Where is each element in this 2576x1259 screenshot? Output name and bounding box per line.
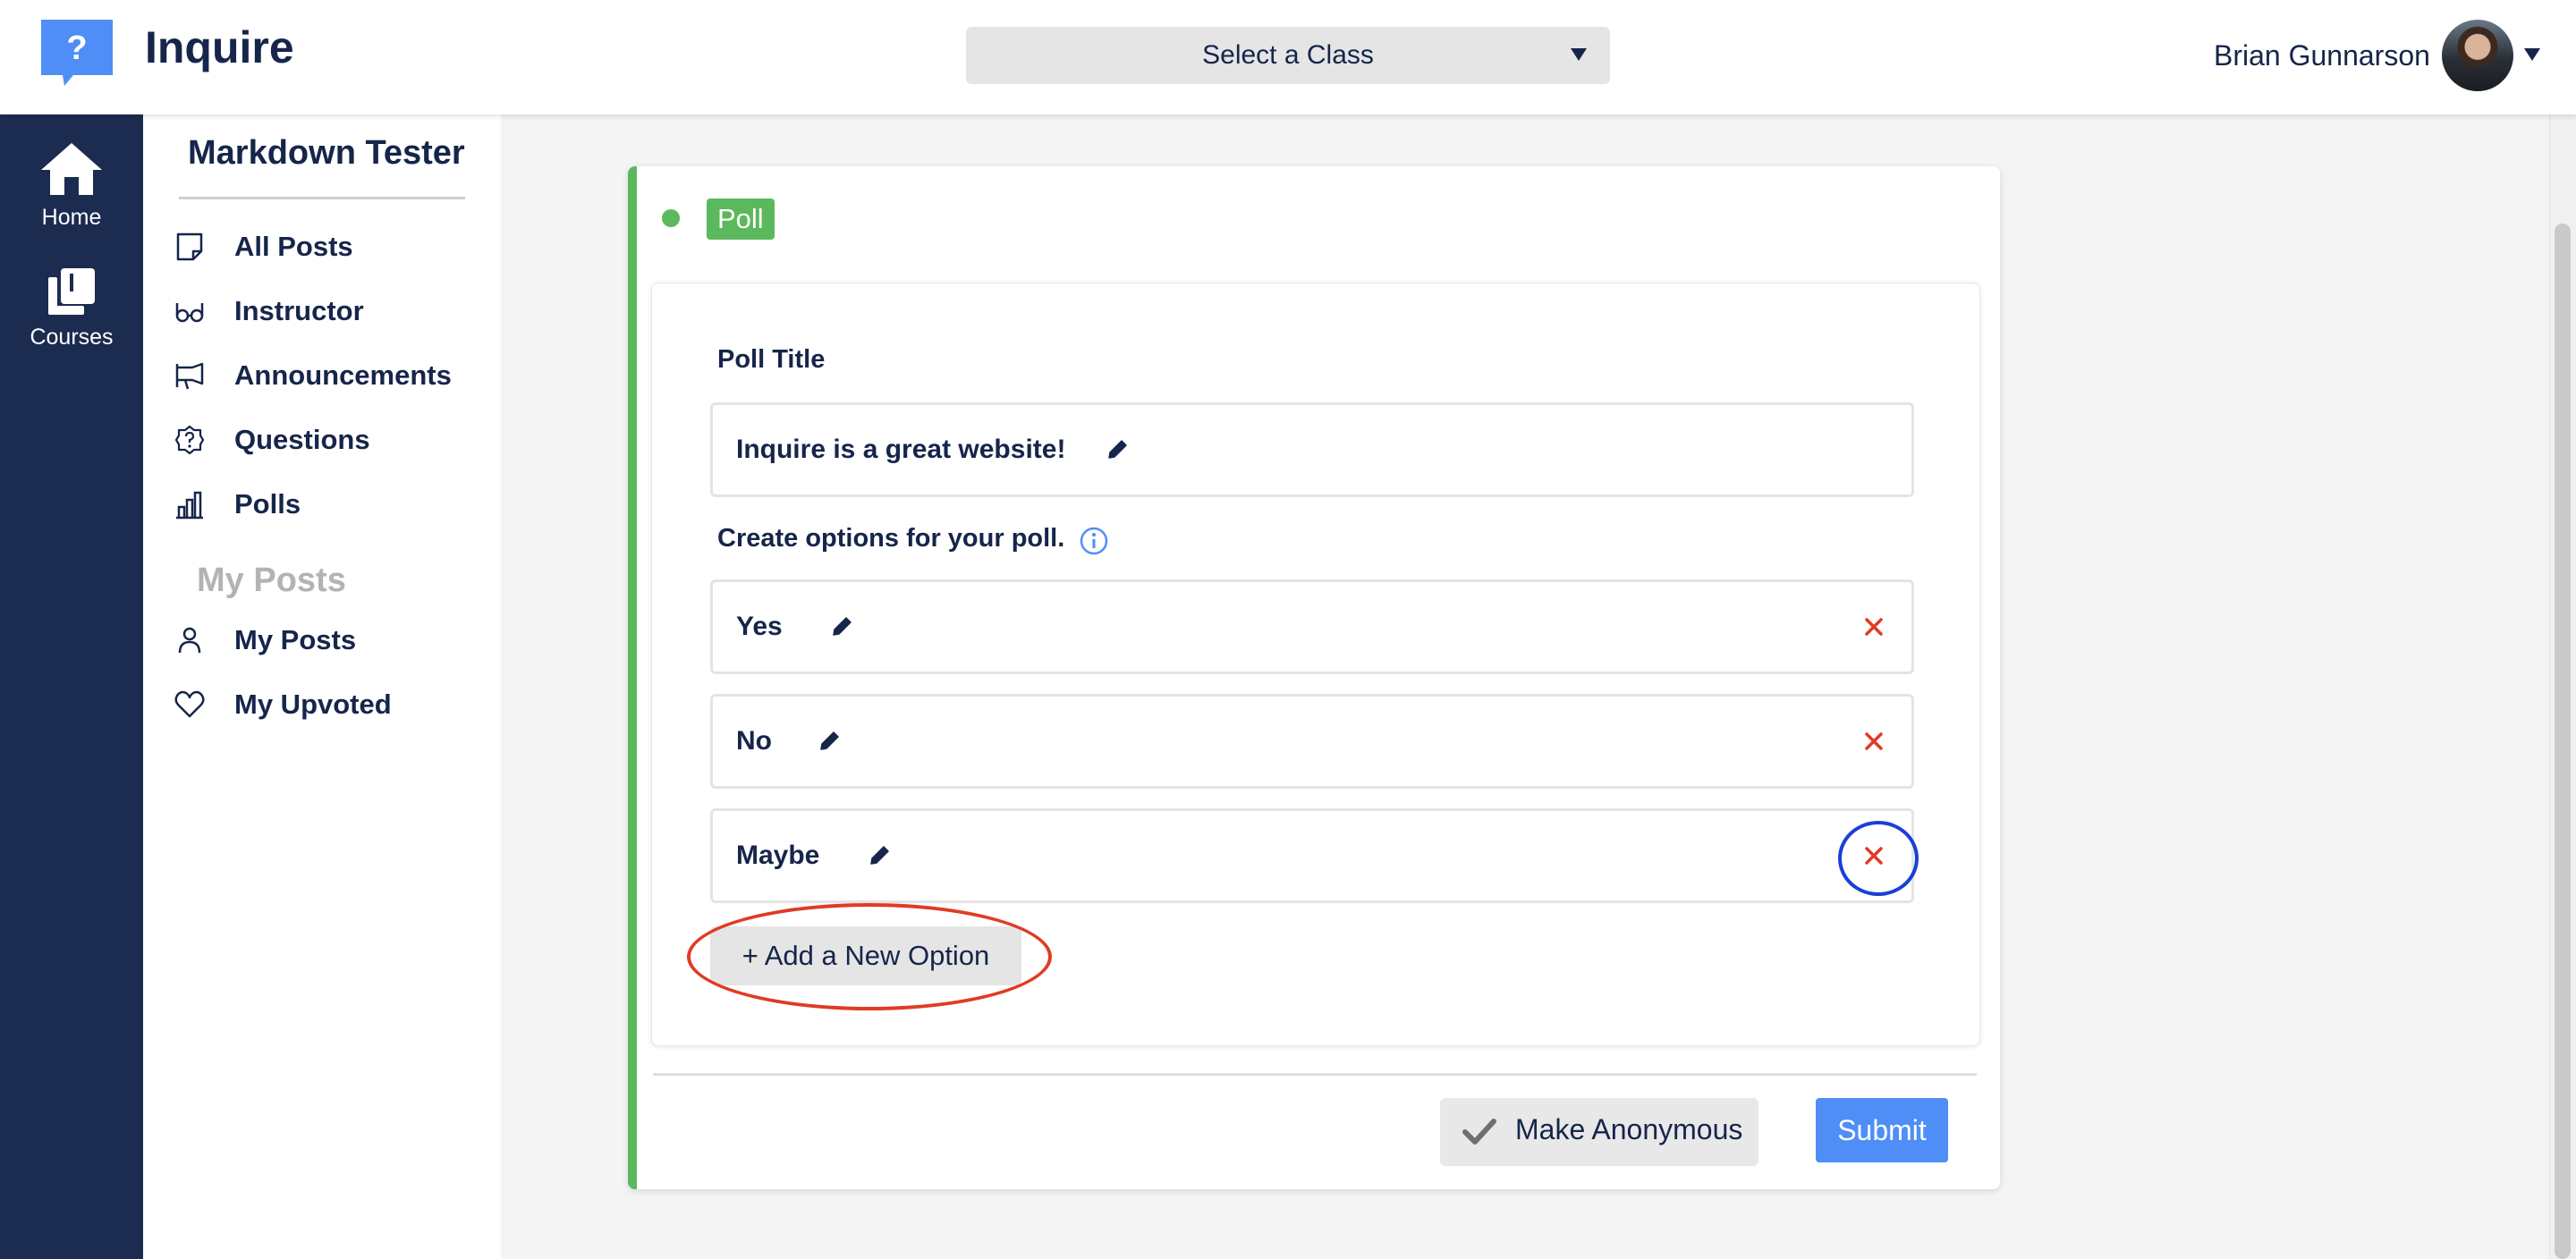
info-icon[interactable] — [1079, 526, 1109, 556]
sidebar-item-my-posts[interactable]: My Posts — [174, 617, 356, 663]
pencil-icon[interactable] — [869, 843, 892, 866]
poll-option-field[interactable]: Yes — [710, 579, 1914, 674]
sidebar-item-instructor[interactable]: Instructor — [174, 288, 364, 334]
rail-item-label: Home — [41, 205, 102, 230]
add-option-button[interactable]: + Add a New Option — [710, 926, 1021, 985]
note-icon — [174, 231, 206, 263]
sidebar-item-label: My Posts — [234, 624, 357, 655]
close-icon[interactable] — [1858, 611, 1890, 643]
poll-option-value: Yes — [736, 612, 783, 641]
make-anonymous-button[interactable]: Make Anonymous — [1440, 1098, 1758, 1166]
pencil-icon[interactable] — [831, 614, 854, 638]
chevron-down-icon — [1571, 48, 1587, 61]
sidebar-item-label: All Posts — [234, 231, 353, 262]
nav-rail: Home Courses — [0, 114, 143, 1259]
divider — [653, 1073, 1977, 1076]
sidebar-item-questions[interactable]: Questions — [174, 417, 370, 463]
heart-icon — [174, 689, 206, 721]
logo-icon[interactable]: ? — [38, 18, 116, 88]
submit-button[interactable]: Submit — [1816, 1098, 1948, 1162]
scrollbar-thumb[interactable] — [2555, 224, 2571, 1259]
megaphone-icon — [174, 359, 206, 392]
sidebar-item-my-upvoted[interactable]: My Upvoted — [174, 681, 392, 728]
rail-item-label: Courses — [30, 325, 114, 350]
class-select-label: Select a Class — [1202, 40, 1374, 70]
poll-option-field[interactable]: Maybe — [710, 808, 1914, 903]
poll-title-value: Inquire is a great website! — [736, 435, 1066, 464]
poll-option-field[interactable]: No — [710, 694, 1914, 789]
course-title: Markdown Tester — [188, 134, 465, 172]
top-bar: ? Inquire Select a Class Brian Gunnarson — [0, 0, 2576, 114]
poll-title-label: Poll Title — [717, 345, 826, 374]
user-icon — [174, 624, 206, 656]
user-menu-caret-icon[interactable] — [2524, 48, 2540, 61]
make-anonymous-label: Make Anonymous — [1515, 1113, 1743, 1145]
my-posts-heading: My Posts — [197, 562, 346, 599]
post-type-badge: Poll — [707, 199, 775, 240]
poll-option-value: Maybe — [736, 841, 820, 870]
close-icon[interactable] — [1858, 840, 1890, 872]
courses-icon — [48, 268, 95, 315]
user-name[interactable]: Brian Gunnarson — [2214, 36, 2430, 75]
question-badge-icon — [174, 424, 206, 456]
checkmark-icon — [1462, 1119, 1496, 1145]
rail-item-home[interactable]: Home — [0, 141, 143, 231]
sidebar-item-label: Instructor — [234, 295, 364, 326]
sidebar-item-label: Announcements — [234, 359, 452, 391]
pencil-icon[interactable] — [1106, 437, 1130, 461]
close-icon[interactable] — [1858, 725, 1890, 757]
poll-title-field[interactable]: Inquire is a great website! — [710, 402, 1914, 497]
sidebar-item-polls[interactable]: Polls — [174, 481, 301, 528]
class-select-dropdown[interactable]: Select a Class — [966, 27, 1610, 84]
bar-chart-icon — [174, 488, 206, 520]
sidebar-item-all-posts[interactable]: All Posts — [174, 224, 353, 270]
pencil-icon[interactable] — [818, 729, 842, 752]
rail-item-courses[interactable]: Courses — [0, 266, 143, 351]
logo-glyph: ? — [66, 30, 87, 67]
app-name[interactable]: Inquire — [145, 18, 294, 77]
sidebar-item-label: Questions — [234, 424, 370, 455]
poll-option-value: No — [736, 726, 772, 756]
divider — [179, 197, 465, 199]
sidebar-item-label: My Upvoted — [234, 689, 392, 720]
options-label: Create options for your poll. — [717, 524, 1065, 553]
avatar[interactable] — [2442, 20, 2513, 91]
sidebar-item-label: Polls — [234, 488, 301, 520]
glasses-icon — [174, 295, 206, 327]
course-sidebar: Markdown Tester All Posts Instructor Ann… — [143, 114, 502, 1259]
sidebar-item-announcements[interactable]: Announcements — [174, 352, 452, 399]
status-dot — [662, 209, 680, 227]
home-icon — [41, 143, 102, 195]
